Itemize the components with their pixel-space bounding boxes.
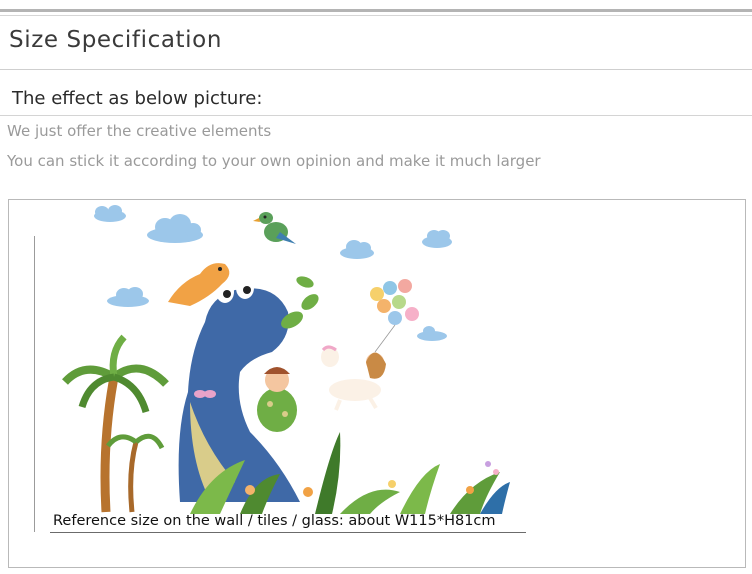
cloud-icon xyxy=(147,214,203,243)
leaf-icon xyxy=(281,276,319,329)
boy-icon xyxy=(257,367,297,432)
heading-divider xyxy=(0,115,752,116)
section-title: Size Specification xyxy=(9,27,222,53)
top-divider xyxy=(0,9,752,12)
title-divider xyxy=(0,69,752,70)
cloud-icon xyxy=(422,230,452,248)
balloons-icon xyxy=(370,279,419,353)
frame-wall-edge xyxy=(34,236,35,532)
description-line-1: We just offer the creative elements xyxy=(7,122,272,140)
reference-size-caption: Reference size on the wall / tiles / gla… xyxy=(53,513,496,529)
caption-underline xyxy=(50,532,526,533)
cloud-icon xyxy=(340,240,374,259)
cloud-icon xyxy=(107,287,149,307)
wall-sticker-illustration xyxy=(62,205,510,514)
description-line-2: You can stick it according to your own o… xyxy=(7,152,541,170)
bird-icon xyxy=(253,212,296,244)
palm-tree-icon xyxy=(62,334,169,513)
effect-heading: The effect as below picture: xyxy=(12,88,263,109)
top-divider-thin xyxy=(0,15,752,16)
cloud-icon xyxy=(417,326,447,341)
cloud-icon xyxy=(94,205,126,222)
unicorn-girl-icon xyxy=(321,345,386,411)
